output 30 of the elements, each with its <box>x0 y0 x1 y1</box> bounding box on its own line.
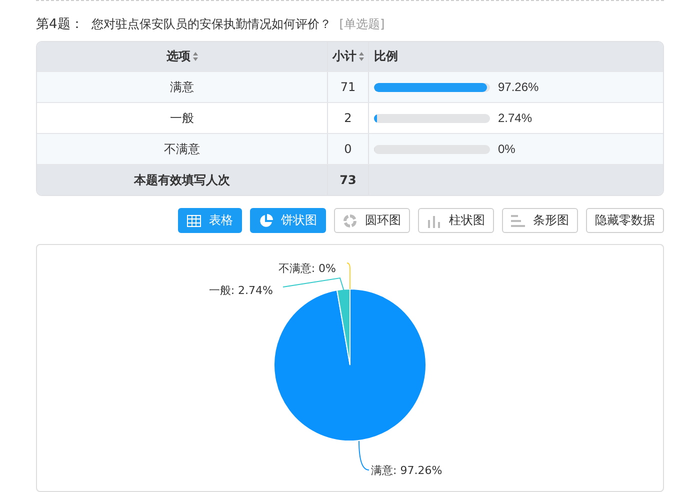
donut-icon <box>343 214 357 228</box>
chart-type-button[interactable]: 柱状图 <box>418 208 494 233</box>
option-cell: 满意 <box>37 72 328 102</box>
column-header[interactable]: 选项 <box>166 48 190 65</box>
total-count: 73 <box>328 165 369 195</box>
count-cell: 71 <box>328 72 369 102</box>
percent-text: 0% <box>498 142 516 156</box>
table-icon <box>187 214 201 226</box>
chart-type-button[interactable]: 条形图 <box>502 208 578 233</box>
chart-type-button[interactable]: 圆环图 <box>334 208 410 233</box>
leader-line <box>358 440 370 470</box>
slice-label: 不满意: 0% <box>278 262 336 275</box>
column-header[interactable]: 小计 <box>332 48 356 65</box>
bar-chart-icon <box>511 214 525 226</box>
percent-text: 2.74% <box>498 111 532 125</box>
column-chart-icon <box>427 214 441 228</box>
leader-line <box>282 277 344 292</box>
slice-label: 满意: 97.26% <box>371 464 442 477</box>
question-type: [单选题] <box>339 16 385 32</box>
slice-label: 一般: 2.74% <box>208 284 273 297</box>
chart-type-button[interactable]: 隐藏零数据 <box>586 208 664 233</box>
total-label: 本题有效填写人次 <box>37 165 328 195</box>
question-text: 您对驻点保安队员的安保执勤情况如何评价？ <box>91 16 332 32</box>
percent-text: 97.26% <box>498 80 539 94</box>
column-header: 比例 <box>374 48 398 65</box>
pie-icon <box>259 214 273 228</box>
leader-line <box>346 262 350 290</box>
sort-icon[interactable] <box>358 52 364 61</box>
sort-icon[interactable] <box>192 52 198 61</box>
question-number: 第4题： <box>36 16 84 33</box>
